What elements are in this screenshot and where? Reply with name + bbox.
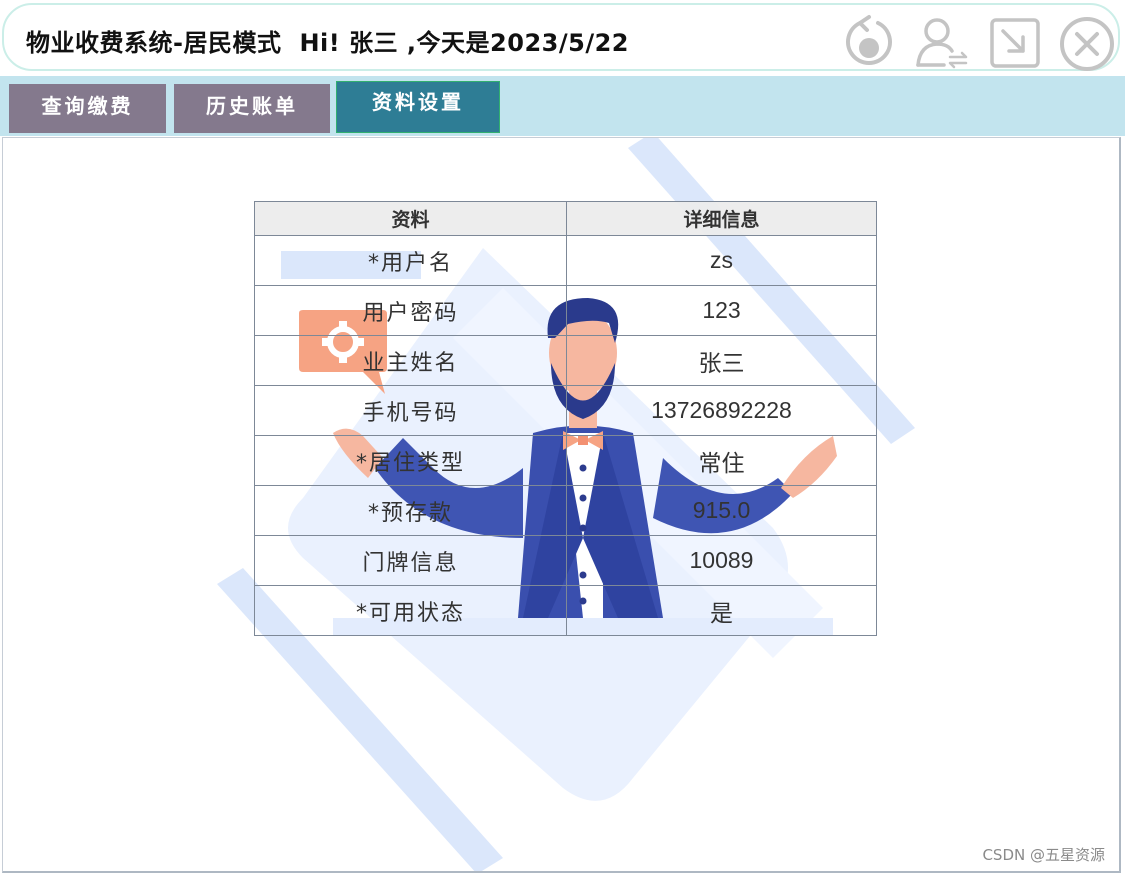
profile-table: 资料 详细信息 *用户名 zs 用户密码 123 业主姓名 张三 手机号码 13… bbox=[254, 201, 877, 636]
row-value-owner-name[interactable]: 张三 bbox=[566, 335, 877, 386]
system-name: 物业收费系统-居民模式 bbox=[26, 29, 282, 57]
table-header-row: 资料 详细信息 bbox=[254, 201, 877, 236]
table-row: *用户名 zs bbox=[254, 235, 877, 286]
table-row: 手机号码 13726892228 bbox=[254, 385, 877, 436]
app-window: 物业收费系统-居民模式 Hi! 张三 ,今天是2023/5/22 查询缴费 历史… bbox=[0, 0, 1125, 875]
title-bar: 物业收费系统-居民模式 Hi! 张三 ,今天是2023/5/22 bbox=[2, 3, 1120, 71]
watermark-text: CSDN @五星资源 bbox=[982, 846, 1105, 864]
header-detail: 详细信息 bbox=[566, 201, 877, 236]
switch-user-icon[interactable] bbox=[912, 13, 970, 71]
row-label-residence-type: *居住类型 bbox=[254, 435, 567, 486]
row-value-door-number[interactable]: 10089 bbox=[566, 535, 877, 586]
row-label-door-number: 门牌信息 bbox=[254, 535, 567, 586]
minimize-icon[interactable] bbox=[986, 13, 1044, 71]
window-title: 物业收费系统-居民模式 Hi! 张三 ,今天是2023/5/22 bbox=[26, 23, 629, 58]
close-icon[interactable] bbox=[1057, 13, 1115, 71]
row-label-password: 用户密码 bbox=[254, 285, 567, 336]
table-row: *居住类型 常住 bbox=[254, 435, 877, 486]
row-label-phone: 手机号码 bbox=[254, 385, 567, 436]
table-row: *预存款 915.0 bbox=[254, 485, 877, 536]
row-value-username[interactable]: zs bbox=[566, 235, 877, 286]
content-panel: 资料 详细信息 *用户名 zs 用户密码 123 业主姓名 张三 手机号码 13… bbox=[2, 137, 1121, 873]
greeting-text: Hi! 张三 ,今天是2023/5/22 bbox=[299, 29, 629, 57]
table-row: 用户密码 123 bbox=[254, 285, 877, 336]
table-row: 门牌信息 10089 bbox=[254, 535, 877, 586]
row-value-status[interactable]: 是 bbox=[566, 585, 877, 636]
table-row: 业主姓名 张三 bbox=[254, 335, 877, 386]
row-value-deposit[interactable]: 915.0 bbox=[566, 485, 877, 536]
row-label-deposit: *预存款 bbox=[254, 485, 567, 536]
table-row: *可用状态 是 bbox=[254, 585, 877, 636]
row-label-owner-name: 业主姓名 bbox=[254, 335, 567, 386]
tab-bar: 查询缴费 历史账单 资料设置 bbox=[0, 76, 1125, 136]
tab-history-bills[interactable]: 历史账单 bbox=[174, 84, 330, 133]
row-value-residence-type[interactable]: 常住 bbox=[566, 435, 877, 486]
header-field: 资料 bbox=[254, 201, 567, 236]
refresh-icon[interactable] bbox=[840, 13, 898, 71]
row-value-password[interactable]: 123 bbox=[566, 285, 877, 336]
row-label-status: *可用状态 bbox=[254, 585, 567, 636]
tab-profile-settings[interactable]: 资料设置 bbox=[336, 81, 500, 133]
row-label-username: *用户名 bbox=[254, 235, 567, 286]
tab-query-payment[interactable]: 查询缴费 bbox=[9, 84, 166, 133]
row-value-phone[interactable]: 13726892228 bbox=[566, 385, 877, 436]
